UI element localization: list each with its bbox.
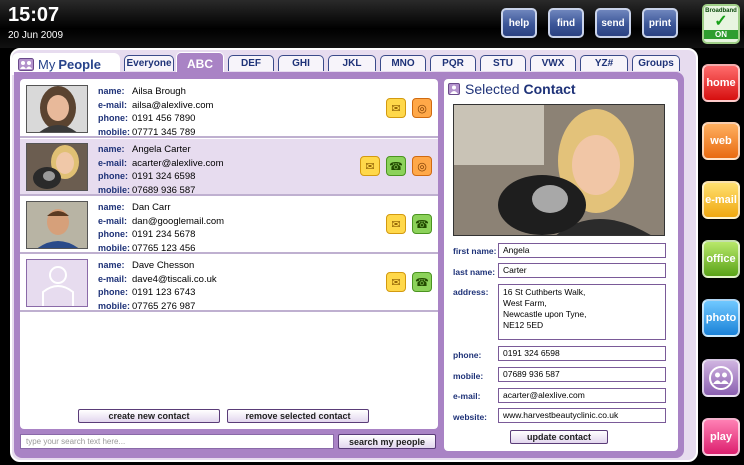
contact-fields: name: Dave Chesson e-mail: dave4@tiscali.c… (98, 260, 217, 312)
website-field[interactable]: www.harvestbeautyclinic.co.uk (498, 408, 666, 423)
contact-phone: 0191 234 5678 (132, 229, 196, 240)
contact-mobile: 07771 345 789 (132, 126, 196, 138)
website-label: website: (453, 412, 488, 422)
selected-contact-title: Selected Contact (448, 80, 576, 98)
clock: 15:07 (8, 4, 60, 26)
contact-name: Dave Chesson (132, 260, 195, 271)
last-name-label: last name: (453, 267, 496, 277)
tab-vwx[interactable]: VWX (530, 55, 576, 71)
contact-email: dave4@tiscali.co.uk (132, 273, 217, 285)
tab-abc[interactable]: ABC (176, 52, 224, 74)
first-name-field[interactable]: Angela (498, 243, 666, 258)
tab-def[interactable]: DEF (228, 55, 274, 71)
contact-list: name: Ailsa Brough e-mail: ailsa@alexlive.… (20, 79, 438, 429)
phone-icon[interactable]: ☎ (412, 272, 432, 292)
title-pre: My (38, 56, 56, 72)
contact-row[interactable]: name: Dave Chesson e-mail: dave4@tiscali.c… (20, 255, 438, 312)
contact-card-icon (448, 83, 460, 95)
check-icon: ✓ (714, 13, 728, 30)
remove-contact-button[interactable]: remove selected contact (227, 409, 369, 423)
send-button[interactable]: send (595, 8, 631, 38)
web-button[interactable]: web (702, 122, 740, 160)
tab-stu[interactable]: STU (480, 55, 526, 71)
photo-button[interactable]: photo (702, 299, 740, 337)
tab-yz[interactable]: YZ# (580, 55, 628, 71)
default-avatar-icon (26, 259, 88, 307)
email-icon[interactable]: ✉ (386, 214, 406, 234)
tab-pqr[interactable]: PQR (430, 55, 476, 71)
contact-name: Ailsa Brough (132, 86, 186, 97)
tab-everyone[interactable]: Everyone (124, 55, 174, 71)
office-button[interactable]: office (702, 240, 740, 278)
play-button[interactable]: play (702, 418, 740, 456)
contact-email: acarter@alexlive.com (132, 157, 224, 169)
contact-photo (26, 85, 88, 133)
contact-mobile: 07765 123 456 (132, 242, 196, 254)
search-button[interactable]: search my people (338, 434, 436, 449)
selected-head-main: Contact (523, 81, 576, 97)
phone-icon[interactable]: ☎ (412, 214, 432, 234)
find-button[interactable]: find (548, 8, 584, 38)
broadband-status[interactable]: Broadband ✓ ON (702, 4, 740, 44)
phone-label: phone: (453, 350, 482, 360)
contact-email: dan@googlemail.com (132, 215, 225, 227)
tab-groups[interactable]: Groups (632, 55, 680, 71)
contact-phone: 0191 123 6743 (132, 287, 196, 298)
home-button[interactable]: home (702, 64, 740, 102)
people-icon (709, 366, 733, 390)
people-icon (18, 57, 34, 71)
people-button[interactable] (702, 359, 740, 397)
contact-fields: name: Angela Carter e-mail: acarter@alexli… (98, 144, 224, 196)
mobile-field[interactable]: 07689 936 587 (498, 367, 666, 382)
update-contact-button[interactable]: update contact (510, 430, 608, 444)
contact-email: ailsa@alexlive.com (132, 99, 214, 111)
search-input[interactable]: type your search text here... (20, 434, 334, 449)
selected-contact-photo (453, 104, 665, 236)
title-main: People (58, 56, 101, 72)
contact-name: Dan Carr (132, 202, 171, 213)
contact-name: Angela Carter (132, 144, 191, 155)
contact-mobile: 07765 276 987 (132, 300, 196, 312)
tab-ghi[interactable]: GHI (278, 55, 324, 71)
phone-field[interactable]: 0191 324 6598 (498, 346, 666, 361)
email-icon[interactable]: ✉ (386, 98, 406, 118)
broadband-state: ON (704, 30, 738, 39)
print-button[interactable]: print (642, 8, 678, 38)
contact-fields: name: Ailsa Brough e-mail: ailsa@alexlive.… (98, 86, 214, 138)
contact-photo (26, 143, 88, 191)
address-field[interactable]: 16 St Cuthberts Walk, West Farm, Newcast… (498, 284, 666, 340)
web-icon[interactable]: ◎ (412, 98, 432, 118)
contact-mobile: 07689 936 587 (132, 184, 196, 196)
email-icon[interactable]: ✉ (386, 272, 406, 292)
contact-phone: 0191 324 6598 (132, 171, 196, 182)
create-contact-button[interactable]: create new contact (78, 409, 220, 423)
email-field[interactable]: acarter@alexlive.com (498, 388, 666, 403)
top-bar: 15:07 20 Jun 2009 help find send print B… (0, 0, 744, 48)
web-icon[interactable]: ◎ (412, 156, 432, 176)
phone-icon[interactable]: ☎ (386, 156, 406, 176)
selected-head-pre: Selected (465, 81, 520, 97)
help-button[interactable]: help (501, 8, 537, 38)
contact-row[interactable]: name: Dan Carr e-mail: dan@googlemail.com … (20, 197, 438, 254)
email-label: e-mail: (453, 391, 481, 401)
contact-row-selected[interactable]: name: Angela Carter e-mail: acarter@alexli… (20, 139, 438, 196)
first-name-label: first name: (453, 246, 497, 256)
contact-fields: name: Dan Carr e-mail: dan@googlemail.com … (98, 202, 225, 254)
contact-phone: 0191 456 7890 (132, 113, 196, 124)
date: 20 Jun 2009 (8, 30, 64, 41)
email-button[interactable]: e-mail (702, 181, 740, 219)
last-name-field[interactable]: Carter (498, 263, 666, 278)
mobile-label: mobile: (453, 371, 484, 381)
contact-photo (26, 201, 88, 249)
address-label: address: (453, 287, 489, 297)
tab-mno[interactable]: MNO (380, 55, 426, 71)
email-icon[interactable]: ✉ (360, 156, 380, 176)
contact-row[interactable]: name: Ailsa Brough e-mail: ailsa@alexlive.… (20, 81, 438, 138)
tab-jkl[interactable]: JKL (328, 55, 376, 71)
